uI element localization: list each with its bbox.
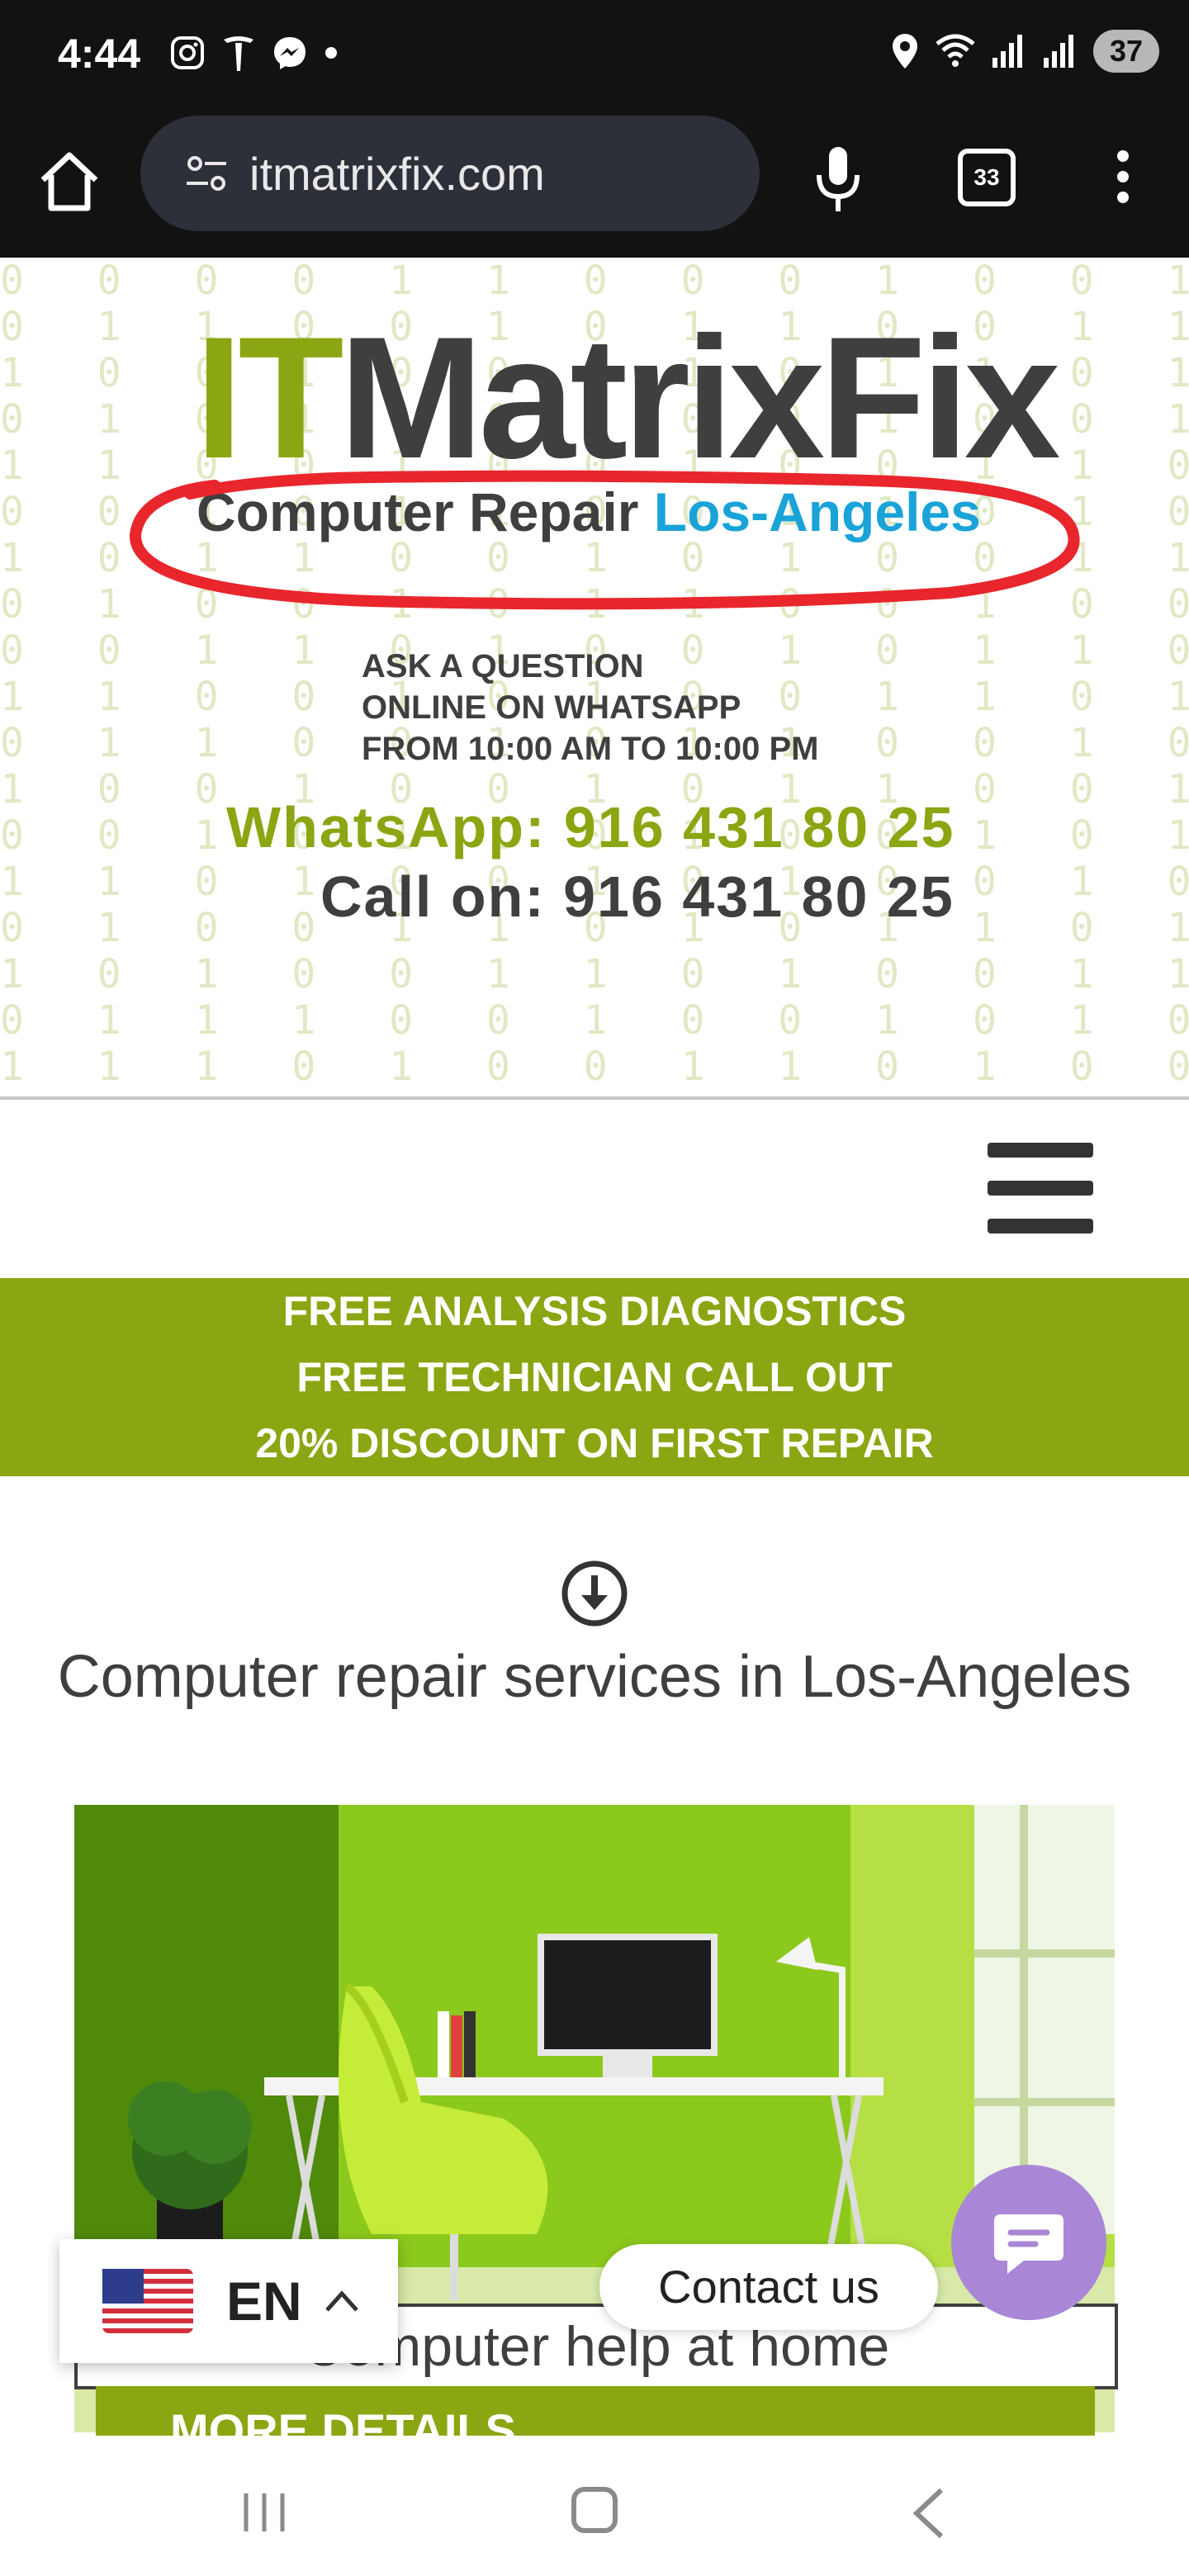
ask-question-info: ASK A QUESTION ONLINE ON WHATSAPP FROM 1…	[362, 646, 818, 769]
hamburger-menu-icon[interactable]	[988, 1143, 1093, 1238]
chevron-up-icon	[324, 2290, 358, 2312]
status-time: 4:44	[58, 31, 141, 77]
language-switcher[interactable]: EN	[59, 2239, 398, 2363]
ask-line: ASK A QUESTION	[362, 648, 644, 684]
status-bar: 4:44 37	[0, 0, 1189, 112]
location-icon	[893, 34, 917, 69]
system-navigation-bar	[0, 2449, 1189, 2576]
signal-icon	[1044, 35, 1073, 68]
browser-toolbar: itmatrixfix.com 33	[0, 112, 1189, 258]
signal-icon	[992, 35, 1022, 68]
contact-us-label[interactable]: Contact us	[599, 2244, 938, 2330]
site-settings-icon[interactable]	[183, 150, 230, 197]
ask-line: ONLINE ON WHATSAPP	[362, 689, 741, 726]
instagram-icon	[171, 36, 204, 69]
whatsapp-number-link[interactable]: WhatsApp: 916 431 80 25	[226, 794, 955, 860]
messenger-icon	[274, 37, 306, 69]
more-details-button[interactable]: MORE DETAILS	[96, 2386, 1095, 2436]
chat-bubble-icon	[994, 2214, 1063, 2274]
red-ink-annotation	[129, 470, 1080, 610]
system-home-icon[interactable]	[571, 2487, 618, 2533]
ask-line: FROM 10:00 AM TO 10:00 PM	[362, 731, 819, 767]
home-icon[interactable]	[36, 149, 102, 215]
address-bar[interactable]: itmatrixfix.com	[140, 116, 760, 231]
status-right-icons: 37	[890, 30, 1159, 73]
site-header-banner: 0 0 0 0 1 1 0 0 0 1 0 0 1 0 0 1 0 1 1 0 …	[0, 258, 1189, 1100]
tabs-button[interactable]: 33	[958, 149, 1016, 206]
battery-indicator: 37	[1093, 30, 1159, 73]
more-options-icon[interactable]	[1106, 145, 1139, 211]
arrow-down-circle-icon	[561, 1560, 628, 1627]
section-title: Computer repair services in Los-Angeles	[57, 1644, 1132, 1710]
microphone-icon[interactable]	[809, 142, 867, 216]
promo-line: FREE TECHNICIAN CALL OUT	[296, 1354, 893, 1400]
tesla-icon	[224, 36, 253, 71]
promo-line: FREE ANALYSIS DIAGNOSTICS	[282, 1288, 907, 1334]
us-flag-icon	[102, 2269, 193, 2333]
back-icon[interactable]	[908, 2487, 950, 2540]
chat-button[interactable]	[951, 2165, 1106, 2320]
promo-banner: FREE ANALYSIS DIAGNOSTICS FREE TECHNICIA…	[0, 1278, 1189, 1476]
url-text: itmatrixfix.com	[249, 147, 545, 200]
status-left-icons	[169, 33, 339, 73]
recent-apps-icon[interactable]	[239, 2490, 289, 2535]
promo-line: 20% DISCOUNT ON FIRST REPAIR	[255, 1420, 934, 1466]
call-number-link[interactable]: Call on: 916 431 80 25	[320, 864, 955, 930]
wifi-icon	[936, 34, 975, 67]
dot-icon	[325, 47, 337, 59]
language-label: EN	[226, 2271, 302, 2332]
